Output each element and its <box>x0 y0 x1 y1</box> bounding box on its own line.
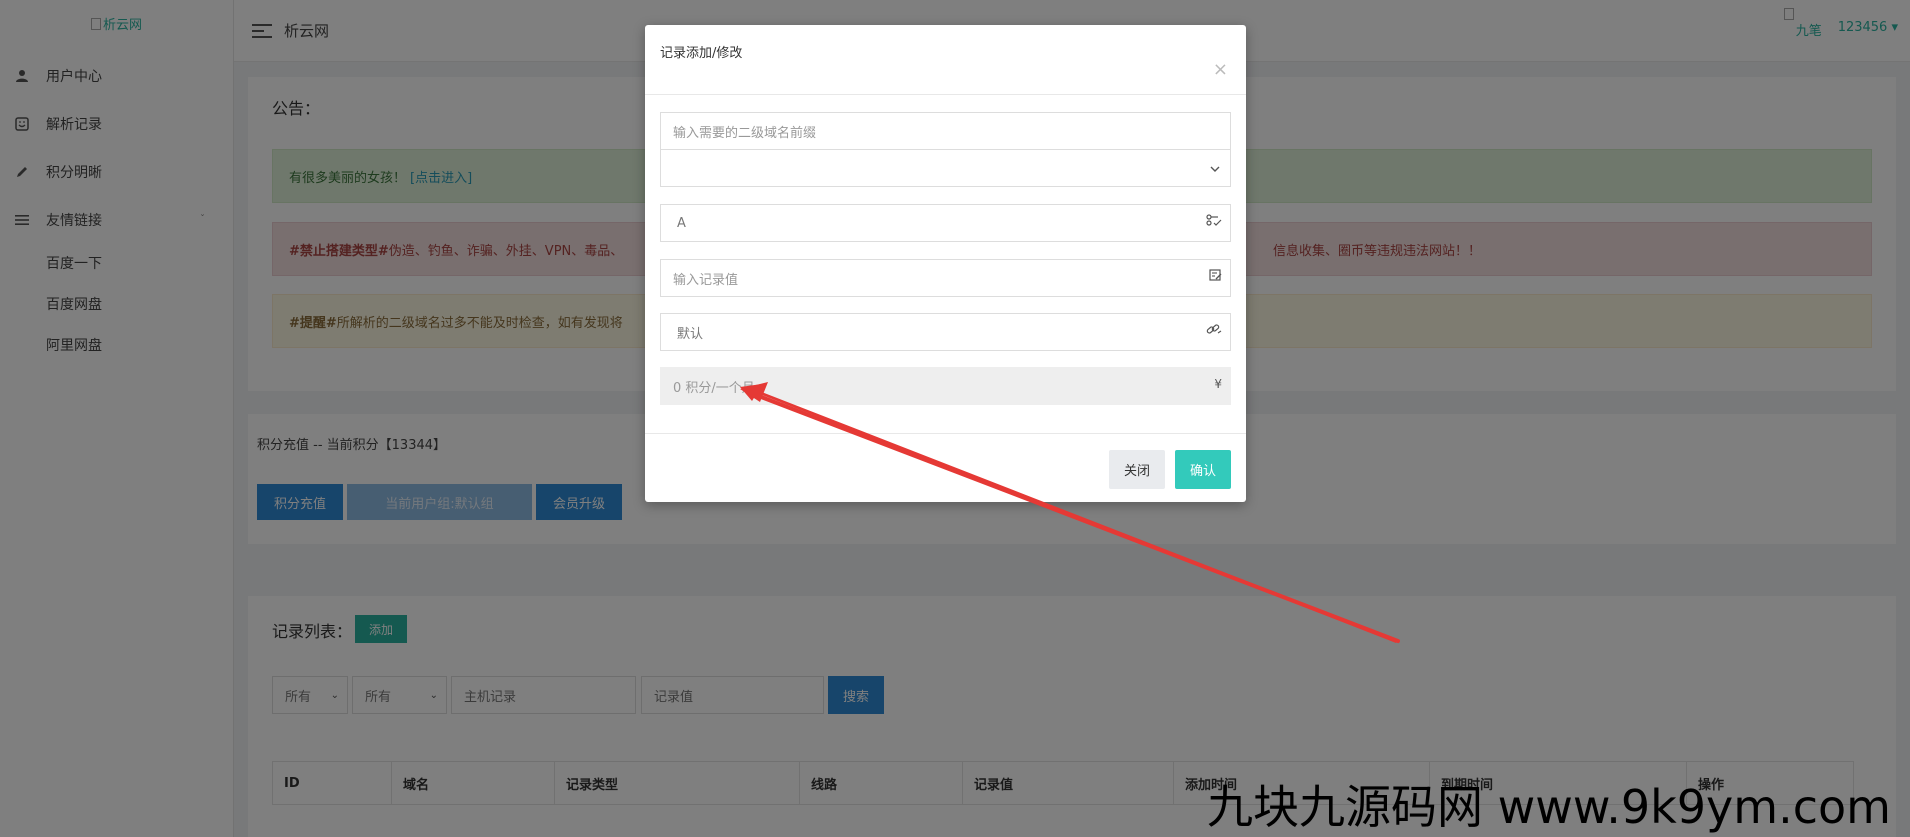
line-select[interactable]: 默认 <box>660 313 1231 351</box>
subdomain-prefix-input[interactable]: 输入需要的二级域名前缀 <box>660 112 1231 150</box>
modal-header: 记录添加/修改 × <box>645 25 1246 95</box>
edit-note-icon <box>1209 269 1222 284</box>
domain-select[interactable] <box>660 149 1231 187</box>
record-edit-modal: 记录添加/修改 × 输入需要的二级域名前缀 A 输入记录值 默认 0 积分/一个… <box>645 25 1246 502</box>
confirm-button[interactable]: 确认 <box>1175 450 1231 489</box>
record-type-icon <box>1206 214 1222 229</box>
record-type-select[interactable]: A <box>660 204 1231 242</box>
watermark-text: 九块九源码网 www.9k9ym.com <box>1207 780 1891 834</box>
record-value-field[interactable]: 输入记录值 <box>660 259 1231 297</box>
line-value: 默认 <box>677 326 704 342</box>
cost-value: 0 积分/一个月 <box>673 380 755 396</box>
cost-field: 0 积分/一个月 ¥ <box>660 367 1231 405</box>
record-type-value: A <box>677 215 686 231</box>
close-button[interactable]: 关闭 <box>1109 450 1165 489</box>
link-icon <box>1206 323 1222 338</box>
record-value-placeholder: 输入记录值 <box>673 272 739 288</box>
modal-title: 记录添加/修改 <box>660 46 743 61</box>
yuan-icon: ¥ <box>1214 377 1222 391</box>
chevron-down-icon <box>1210 162 1220 175</box>
close-icon[interactable]: × <box>1213 61 1228 79</box>
